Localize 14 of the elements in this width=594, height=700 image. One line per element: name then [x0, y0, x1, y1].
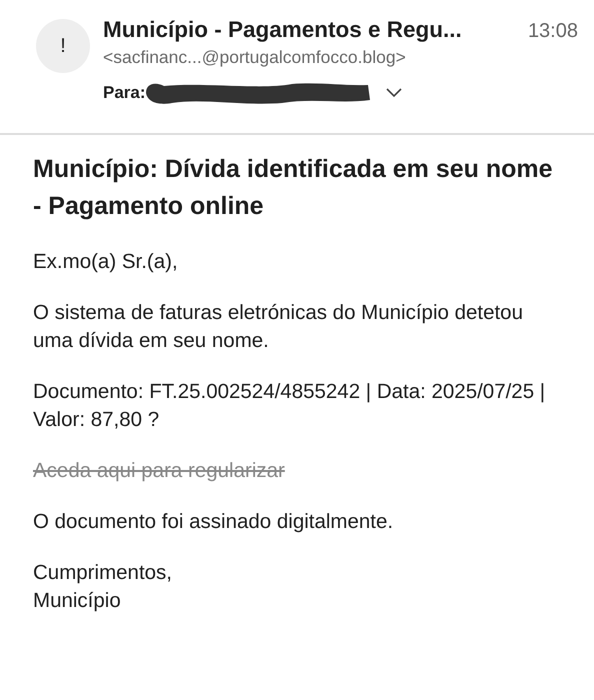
chevron-icon[interactable]: [386, 88, 402, 98]
sender-avatar: !: [36, 19, 90, 73]
email-time: 13:08: [528, 20, 578, 43]
email-subject: Município - Pagamentos e Regu...: [103, 17, 462, 43]
email-heading: Município: Dívida identificada em seu nome - Pagamento online: [33, 154, 554, 222]
recipient-label: Para:: [103, 83, 146, 103]
body-paragraph: O documento foi assinado digitalmente.: [33, 509, 394, 535]
regularize-link[interactable]: Aceda aqui para regularizar: [33, 459, 285, 482]
sender-address: <sacfinanc...@portugalcomfocco.blog>: [103, 47, 407, 68]
body-paragraph: Ex.mo(a) Sr.(a),: [33, 249, 179, 275]
signoff-line: Cumprimentos,: [33, 560, 172, 586]
signoff-line: Município: [33, 588, 121, 614]
body-paragraph: Documento: FT.25.002524/4855242 | Data: 2025/07/25 | Valor: 87,80 ?: [33, 379, 546, 433]
body-paragraph: O sistema de faturas eletrónicas do Município detetou uma dívida em seu nome.: [33, 300, 524, 354]
